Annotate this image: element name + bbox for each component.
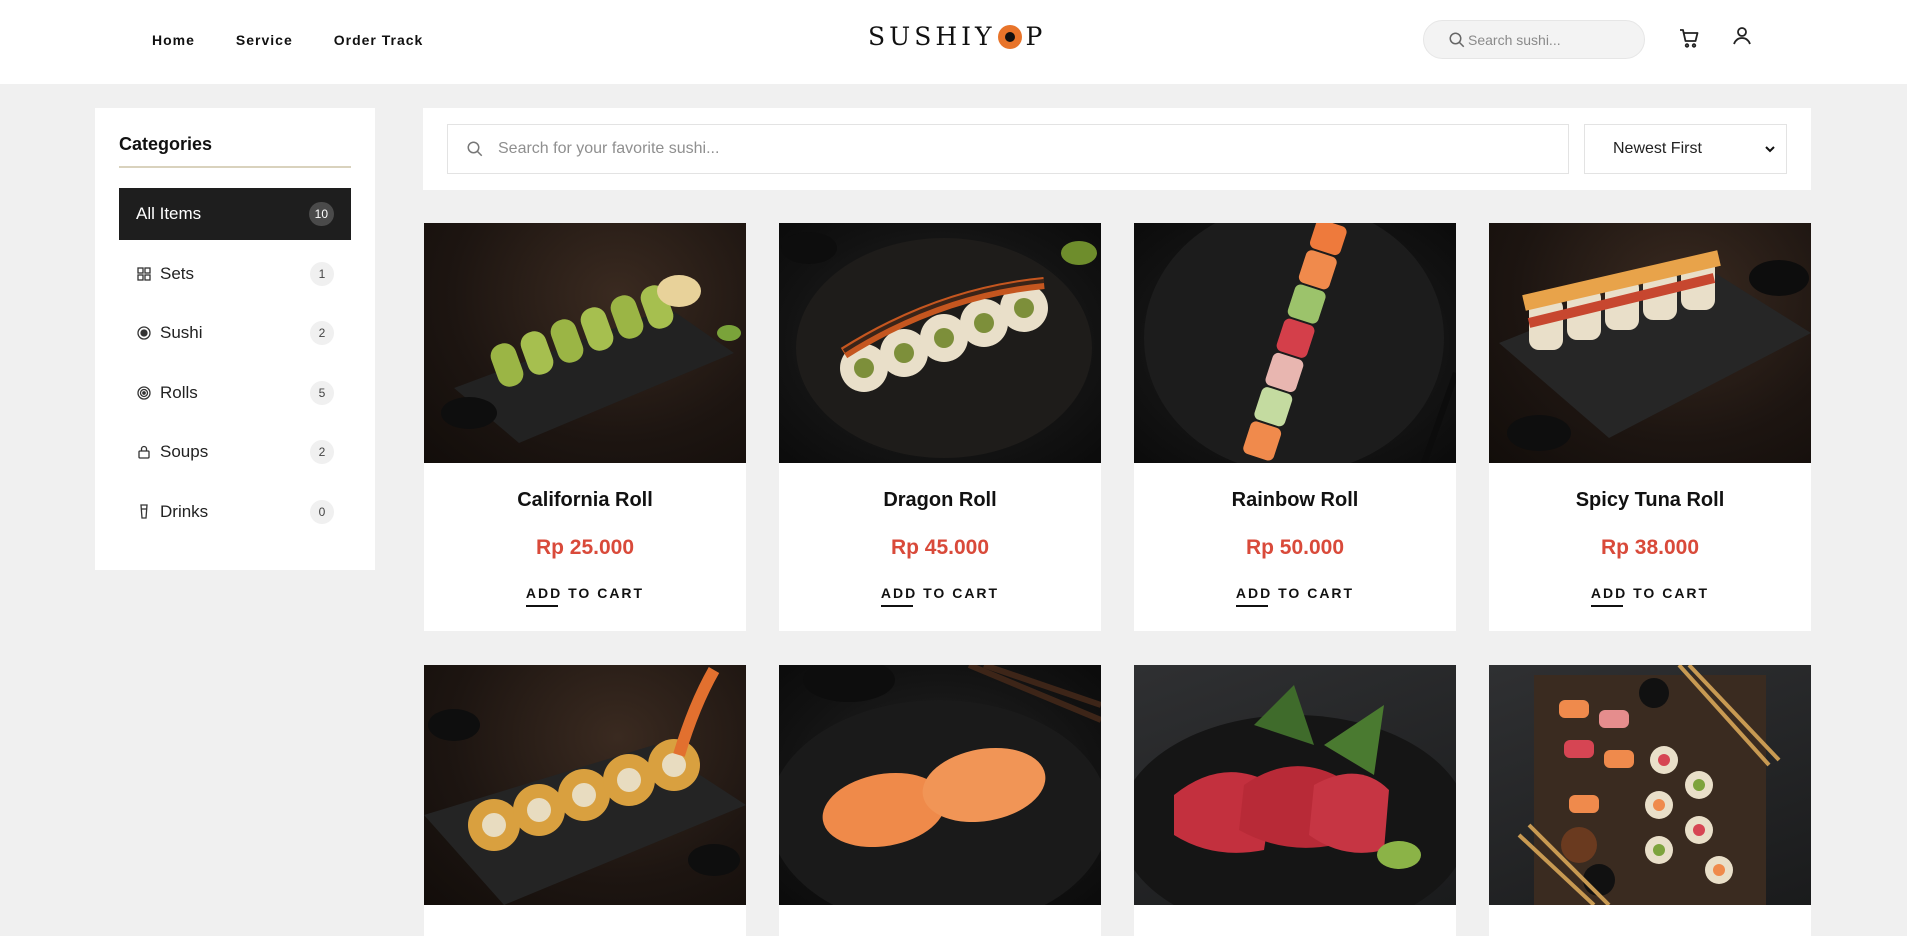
product-image[interactable] <box>1489 223 1811 463</box>
product-card[interactable] <box>1489 665 1811 936</box>
product-image[interactable] <box>1489 665 1811 905</box>
main-nav: Home Service Order Track <box>152 32 423 48</box>
category-count: 2 <box>310 440 334 464</box>
product-price: Rp 45.000 <box>890 536 990 559</box>
rings-icon <box>136 385 152 401</box>
product-card[interactable]: Rainbow Roll Rp 50.000 ADD TO CART <box>1134 223 1456 631</box>
title-divider <box>119 166 351 168</box>
sort-select[interactable]: Newest First <box>1584 124 1787 174</box>
product-image[interactable] <box>424 665 746 905</box>
product-card[interactable]: Spicy Tuna Roll Rp 38.000 ADD TO CART <box>1489 223 1811 631</box>
product-image[interactable] <box>1134 665 1456 905</box>
search-icon <box>1449 32 1465 47</box>
category-all-items[interactable]: All Items 10 <box>119 188 351 240</box>
product-card[interactable] <box>1134 665 1456 936</box>
bowl-icon <box>136 444 152 460</box>
product-name[interactable]: Rainbow Roll <box>1134 489 1456 512</box>
category-sets[interactable]: Sets 1 <box>119 248 351 300</box>
add-to-cart-button[interactable]: ADD TO CART <box>880 585 999 607</box>
product-name[interactable]: Dragon Roll <box>779 489 1101 512</box>
product-image[interactable] <box>779 665 1101 905</box>
category-rolls[interactable]: Rolls 5 <box>119 367 351 419</box>
categories-panel: Categories All Items 10 Sets 1 Sushi 2 R… <box>95 108 375 570</box>
header-search[interactable] <box>1423 20 1645 59</box>
add-to-cart-button[interactable]: ADD TO CART <box>525 585 644 607</box>
target-icon <box>136 325 152 341</box>
category-sushi[interactable]: Sushi 2 <box>119 307 351 359</box>
category-label: Sushi <box>160 323 203 342</box>
nav-home[interactable]: Home <box>152 32 195 48</box>
product-card[interactable]: California Roll Rp 25.000 ADD TO CART <box>424 223 746 631</box>
product-image[interactable] <box>1134 223 1456 463</box>
category-label: Sets <box>160 264 195 283</box>
product-card[interactable]: Dragon Roll Rp 45.000 ADD TO CART <box>779 223 1101 631</box>
product-image[interactable] <box>424 223 746 463</box>
category-label: Rolls <box>160 383 198 402</box>
logo-text-left: SUSHIY <box>868 22 996 51</box>
category-count: 0 <box>310 500 334 524</box>
add-to-cart-button[interactable]: ADD TO CART <box>1590 585 1709 607</box>
product-price: Rp 50.000 <box>1245 536 1345 559</box>
header-search-input[interactable] <box>1468 31 1628 48</box>
catalog-search[interactable] <box>447 124 1569 174</box>
category-soups[interactable]: Soups 2 <box>119 426 351 478</box>
category-count: 5 <box>310 381 334 405</box>
category-count: 1 <box>310 262 334 286</box>
site-header: Home Service Order Track SUSHIY P <box>0 0 1907 84</box>
user-icon[interactable] <box>1730 24 1754 48</box>
product-price: Rp 25.000 <box>535 536 635 559</box>
logo-text-right: P <box>1025 22 1047 51</box>
product-name[interactable]: Spicy Tuna Roll <box>1489 489 1811 512</box>
category-count: 2 <box>310 321 334 345</box>
product-name[interactable]: California Roll <box>424 489 746 512</box>
product-card[interactable] <box>779 665 1101 936</box>
catalog-search-input[interactable] <box>498 140 1498 158</box>
glass-icon <box>136 504 152 520</box>
categories-title: Categories <box>119 134 213 154</box>
category-count: 10 <box>308 202 334 226</box>
product-card[interactable] <box>424 665 746 936</box>
logo-mark-icon <box>997 24 1022 49</box>
site-logo[interactable]: SUSHIY P <box>868 22 1046 51</box>
grid-icon <box>136 266 152 282</box>
nav-order-track[interactable]: Order Track <box>334 32 424 48</box>
product-image[interactable] <box>779 223 1101 463</box>
search-icon <box>467 141 483 157</box>
category-label: All Items <box>136 204 202 223</box>
add-to-cart-button[interactable]: ADD TO CART <box>1235 585 1354 607</box>
catalog-toolbar: Newest First <box>423 108 1811 190</box>
cart-icon[interactable] <box>1677 26 1701 50</box>
nav-service[interactable]: Service <box>236 32 293 48</box>
category-label: Drinks <box>160 502 209 521</box>
category-drinks[interactable]: Drinks 0 <box>119 486 351 538</box>
product-price: Rp 38.000 <box>1600 536 1700 559</box>
chevron-down-icon <box>1765 146 1775 153</box>
category-label: Soups <box>160 442 209 461</box>
sort-value: Newest First <box>1613 140 1702 157</box>
